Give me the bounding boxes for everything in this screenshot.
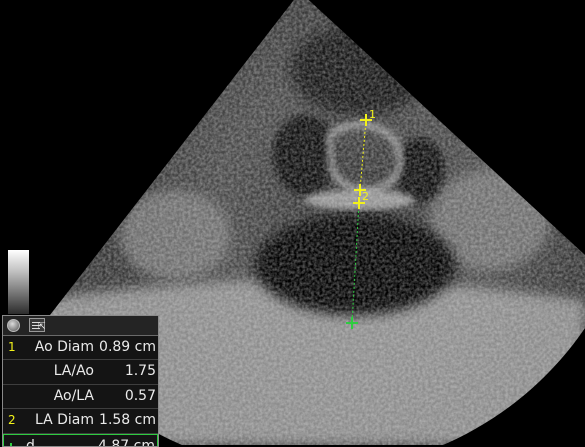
measurement-value: 4.87 cm: [98, 437, 155, 447]
measurement-value: 1.58 cm: [99, 412, 156, 429]
panel-toolbar: ⇱: [3, 316, 158, 336]
measurement-label: Ao/LA: [53, 387, 94, 404]
measurement-row[interactable]: LA/Ao 1.75: [3, 360, 158, 385]
measurement-label: Ao Diam: [34, 339, 94, 355]
cursor-icon: ⇱: [38, 322, 46, 332]
measurement-label: LA/Ao: [53, 363, 94, 380]
measurement-index: 2: [8, 413, 16, 428]
caliper-label-2: 2: [362, 190, 369, 203]
measurement-index: 1: [8, 340, 16, 354]
report-icon[interactable]: ⇱: [29, 318, 46, 332]
measurement-panel: ⇱ 1 Ao Diam 0.89 cm LA/Ao 1.75 Ao/LA 0.5…: [2, 315, 159, 447]
record-icon[interactable]: [7, 319, 20, 332]
measurement-label: d: [26, 437, 35, 447]
measurement-value: 0.89 cm: [99, 339, 156, 355]
measurement-value: 1.75: [124, 363, 156, 380]
caliper-label-1: 1: [369, 108, 376, 121]
measurement-value: 0.57: [124, 387, 156, 404]
measurement-row[interactable]: 2 LA Diam 1.58 cm: [3, 409, 158, 434]
measurement-row[interactable]: 1 Ao Diam 0.89 cm: [3, 336, 158, 361]
measurement-label: LA Diam: [34, 412, 94, 429]
grayscale-bar: [8, 250, 29, 314]
measurement-row[interactable]: Ao/LA 0.57: [3, 385, 158, 410]
